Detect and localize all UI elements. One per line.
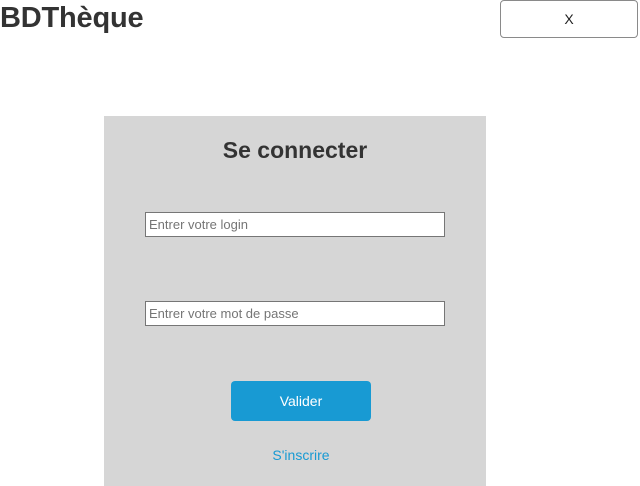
close-button[interactable]: X [500, 0, 638, 38]
login-panel: Se connecter Valider S'inscrire [104, 116, 486, 486]
app-title: BDThèque [0, 2, 144, 34]
signup-link[interactable]: S'inscrire [104, 447, 498, 463]
submit-button[interactable]: Valider [231, 381, 371, 421]
login-input[interactable] [145, 212, 445, 237]
password-input[interactable] [145, 301, 445, 326]
login-title: Se connecter [222, 137, 368, 163]
